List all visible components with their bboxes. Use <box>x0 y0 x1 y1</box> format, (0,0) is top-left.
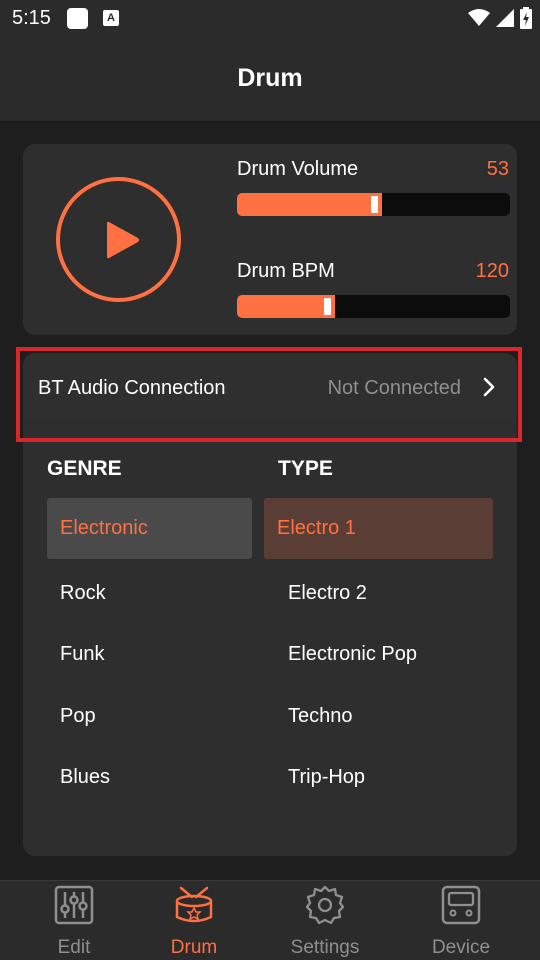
nav-item-drum[interactable]: Drum <box>134 881 254 960</box>
status-time: 5:15 <box>12 7 51 29</box>
status-bar: 5:15 A <box>0 0 540 38</box>
wifi-icon <box>468 9 490 26</box>
type-item-electro-2[interactable]: Electro 2 <box>275 563 493 624</box>
type-item-electro-1[interactable]: Electro 1 <box>264 498 493 559</box>
genre-item-rock[interactable]: Rock <box>47 563 252 624</box>
sliders-icon <box>54 885 94 925</box>
volume-slider[interactable] <box>237 193 510 216</box>
type-item-trip-hop[interactable]: Trip-Hop <box>275 747 493 808</box>
chevron-right-icon <box>483 377 495 397</box>
bpm-slider-thumb[interactable] <box>324 298 331 315</box>
status-indicators <box>468 6 532 30</box>
volume-label: Drum Volume <box>237 158 359 180</box>
play-icon <box>107 221 139 259</box>
genre-item-pop[interactable]: Pop <box>47 686 252 747</box>
genre-item-blues[interactable]: Blues <box>47 747 252 808</box>
nav-label-drum: Drum <box>170 937 218 958</box>
nav-label-edit: Edit <box>57 937 91 958</box>
play-button[interactable] <box>56 177 181 302</box>
signal-icon <box>496 9 514 27</box>
volume-slider-fill <box>237 193 382 216</box>
battery-icon <box>520 7 532 29</box>
bpm-label: Drum BPM <box>237 260 335 282</box>
gear-icon <box>305 885 345 925</box>
app-bar: Drum <box>0 38 540 122</box>
volume-value: 53 <box>486 158 509 180</box>
keyboard-notification-icon: A <box>103 10 119 26</box>
page-title: Drum <box>237 64 303 92</box>
device-icon <box>441 885 481 925</box>
volume-slider-thumb[interactable] <box>371 196 378 213</box>
bt-audio-connection-row[interactable]: BT Audio Connection Not Connected <box>23 353 517 419</box>
genre-item-funk[interactable]: Funk <box>47 624 252 685</box>
genre-type-panel: GENRE TYPE Electronic Rock Funk Pop Blue… <box>23 419 517 856</box>
nav-item-device[interactable]: Device <box>401 881 521 960</box>
bpm-slider[interactable] <box>237 295 510 318</box>
drum-icon <box>175 886 213 923</box>
bt-audio-connection-label: BT Audio Connection <box>38 377 226 399</box>
notification-icon <box>67 8 88 29</box>
bottom-navigation: Edit Drum Settings Device <box>0 880 540 960</box>
bpm-slider-fill <box>237 295 335 318</box>
nav-label-settings: Settings <box>290 937 360 958</box>
type-item-electronic-pop[interactable]: Electronic Pop <box>275 624 493 685</box>
type-item-techno[interactable]: Techno <box>275 686 493 747</box>
nav-label-device: Device <box>431 937 491 958</box>
type-header: TYPE <box>278 457 333 480</box>
nav-item-edit[interactable]: Edit <box>14 881 134 960</box>
genre-item-electronic[interactable]: Electronic <box>47 498 252 559</box>
bpm-value: 120 <box>475 260 509 282</box>
nav-item-settings[interactable]: Settings <box>265 881 385 960</box>
player-card: Drum Volume 53 Drum BPM 120 <box>23 144 517 335</box>
genre-header: GENRE <box>47 457 122 480</box>
bt-connection-status: Not Connected <box>327 377 461 399</box>
